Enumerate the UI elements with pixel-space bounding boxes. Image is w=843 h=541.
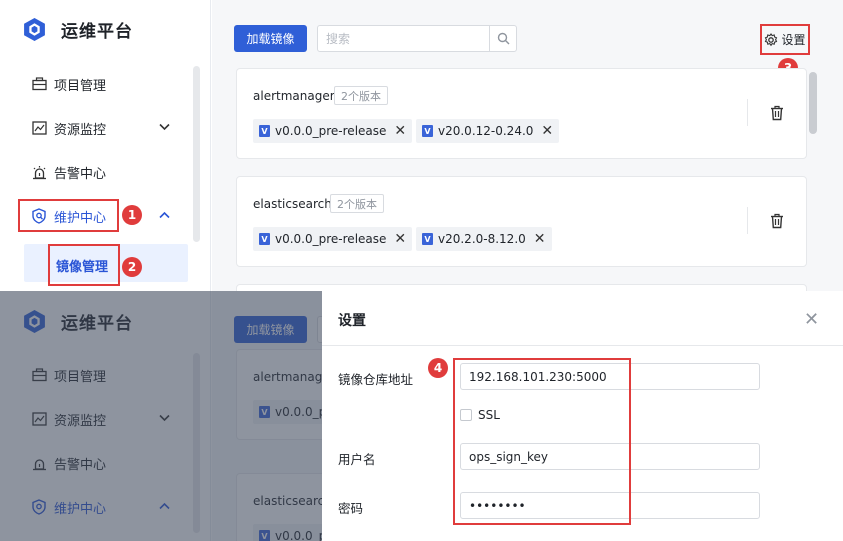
image-card: alertmanager 2个版本 V v0.0.0_pre-release ✕… <box>236 68 807 159</box>
briefcase-icon <box>30 75 48 93</box>
version-count-badge: 2个版本 <box>330 194 384 213</box>
divider <box>322 345 843 346</box>
version-tag[interactable]: V v0.0.0_pre-release ✕ <box>253 227 413 251</box>
sidebar-item-projects[interactable]: 项目管理 <box>30 72 106 96</box>
app-title: 运维平台 <box>61 22 133 42</box>
image-card-partial <box>236 284 807 291</box>
annotation-badge-2: 2 <box>122 257 142 277</box>
sidebar-item-label: 资源监控 <box>54 122 107 138</box>
annotation-highlight-4 <box>453 358 631 525</box>
chart-monitor-icon <box>30 119 48 137</box>
close-icon[interactable]: ✕ <box>534 231 546 247</box>
divider <box>747 207 748 234</box>
version-icon: V <box>259 125 270 137</box>
username-label: 用户名 <box>338 452 376 467</box>
image-name: elasticsearch <box>253 197 332 211</box>
sidebar-item-alerts[interactable]: 告警中心 <box>30 160 106 184</box>
version-icon: V <box>422 125 433 137</box>
divider <box>747 99 748 126</box>
trash-icon[interactable] <box>770 213 784 229</box>
main-scrollbar[interactable] <box>809 72 817 134</box>
settings-dialog-screen: 运维平台 项目管理 资源监控 告警中心 维护中心 <box>0 291 843 541</box>
image-name: alertmanager <box>253 89 335 103</box>
main-screen: 运维平台 项目管理 资源监控 告警中心 维护中心 镜像管理 1 2 加载镜像 搜… <box>0 0 843 291</box>
gear-icon <box>765 32 778 46</box>
version-icon: V <box>259 233 270 245</box>
sidebar-scrollbar[interactable] <box>193 66 200 242</box>
version-tag-label: v20.2.0-8.12.0 <box>438 232 526 246</box>
image-card: elasticsearch 2个版本 V v0.0.0_pre-release … <box>236 176 807 267</box>
annotation-highlight-1 <box>18 199 119 232</box>
load-image-button[interactable]: 加载镜像 <box>234 25 307 52</box>
password-label: 密码 <box>338 501 364 516</box>
version-icon: V <box>422 233 433 245</box>
close-icon[interactable]: ✕ <box>394 231 406 247</box>
chevron-down-icon[interactable] <box>159 121 170 134</box>
trash-icon[interactable] <box>770 105 784 121</box>
version-tag-label: v0.0.0_pre-release <box>275 232 387 246</box>
chevron-up-icon[interactable] <box>159 209 170 222</box>
brand: 运维平台 <box>22 17 133 42</box>
annotation-badge-4: 4 <box>428 358 448 378</box>
close-icon[interactable]: ✕ <box>804 309 819 330</box>
alarm-icon <box>30 163 48 181</box>
search-input[interactable] <box>326 31 486 47</box>
version-count-badge: 2个版本 <box>334 86 388 105</box>
version-tag[interactable]: V v0.0.0_pre-release ✕ <box>253 119 413 143</box>
sidebar-item-label: 告警中心 <box>54 166 107 182</box>
search-box[interactable] <box>317 25 517 52</box>
version-tag-label: v0.0.0_pre-release <box>275 124 387 138</box>
search-icon[interactable] <box>489 26 516 51</box>
cube-logo-icon <box>24 18 45 41</box>
annotation-badge-1: 1 <box>122 205 142 225</box>
settings-dialog: 设置 ✕ 镜像仓库地址 192.168.101.230:5000 SSL 用户名… <box>322 291 843 541</box>
sidebar: 运维平台 项目管理 资源监控 告警中心 维护中心 镜像管理 1 2 <box>0 0 211 291</box>
main-content: 加载镜像 设置 3 alertmanager 2个版本 V v0.0.0_pre… <box>212 0 843 291</box>
version-tag[interactable]: V v20.2.0-8.12.0 ✕ <box>416 227 552 251</box>
close-icon[interactable]: ✕ <box>394 123 406 139</box>
registry-label: 镜像仓库地址 <box>338 372 414 387</box>
close-icon[interactable]: ✕ <box>541 123 553 139</box>
version-tag-label: v20.0.12-0.24.0 <box>438 124 534 138</box>
annotation-highlight-2 <box>48 244 120 286</box>
version-tag[interactable]: V v20.0.12-0.24.0 ✕ <box>416 119 560 143</box>
dialog-title: 设置 <box>338 313 366 329</box>
settings-label: 设置 <box>781 33 806 47</box>
sidebar-item-label: 项目管理 <box>54 78 107 94</box>
sidebar-item-monitoring[interactable]: 资源监控 <box>30 116 106 140</box>
settings-button[interactable]: 设置 <box>760 24 810 55</box>
